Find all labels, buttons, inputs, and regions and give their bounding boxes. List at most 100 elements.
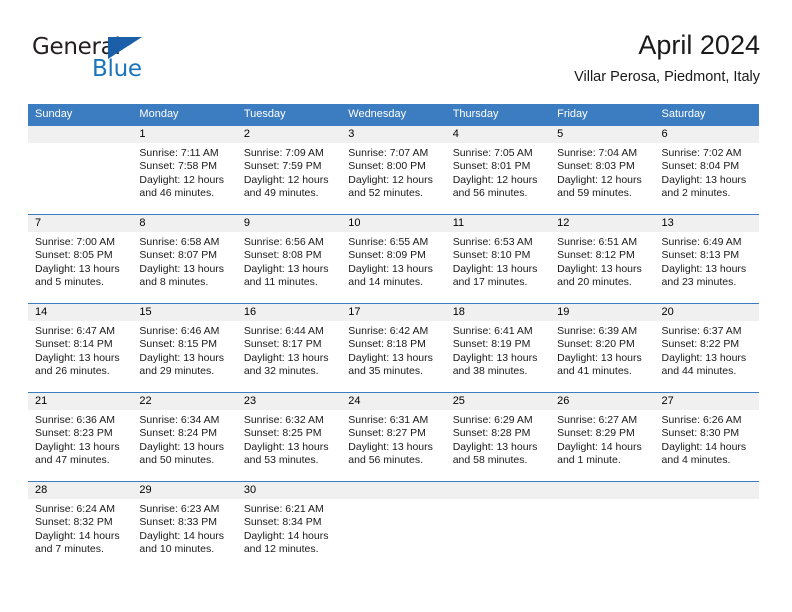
day-number [445, 482, 551, 499]
day-cell[interactable] [341, 482, 446, 568]
daylight-text-line1: Daylight: 13 hours [243, 262, 329, 275]
daylight-text-line2: and 8 minutes. [139, 276, 209, 289]
daylight-text-line2: and 59 minutes. [557, 187, 632, 200]
day-number: 5 [550, 126, 655, 143]
day-cell[interactable]: 22 Sunrise: 6:34 AM Sunset: 8:24 PM Dayl… [132, 393, 237, 481]
day-details: Sunrise: 7:05 AM Sunset: 8:01 PM Dayligh… [446, 143, 550, 201]
sunset-text: Sunset: 8:28 PM [452, 427, 531, 440]
sunset-text: Sunset: 8:33 PM [139, 516, 218, 529]
sunrise-text: Sunrise: 7:02 AM [661, 147, 742, 159]
sunset-text: Sunset: 8:29 PM [557, 427, 635, 440]
day-cell[interactable]: 8 Sunrise: 6:58 AM Sunset: 8:07 PM Dayli… [132, 215, 237, 303]
daylight-text-line2: and 52 minutes. [348, 187, 423, 200]
day-cell[interactable]: 11 Sunrise: 6:53 AM Sunset: 8:10 PM Dayl… [445, 215, 551, 303]
sunset-text: Sunset: 8:09 PM [348, 249, 426, 262]
day-number: 25 [445, 393, 551, 410]
day-cell[interactable]: 2 Sunrise: 7:09 AM Sunset: 7:59 PM Dayli… [236, 126, 342, 214]
day-details: Sunrise: 6:58 AM Sunset: 8:07 PM Dayligh… [132, 232, 236, 290]
day-cell[interactable]: 27 Sunrise: 6:26 AM Sunset: 8:30 PM Dayl… [654, 393, 759, 481]
day-cell[interactable]: 23 Sunrise: 6:32 AM Sunset: 8:25 PM Dayl… [236, 393, 342, 481]
sunset-text: Sunset: 8:10 PM [452, 249, 531, 262]
sunset-text: Sunset: 8:24 PM [139, 427, 218, 440]
day-cell[interactable]: 28 Sunrise: 6:24 AM Sunset: 8:32 PM Dayl… [28, 482, 133, 568]
day-cell[interactable]: 13 Sunrise: 6:49 AM Sunset: 8:13 PM Dayl… [654, 215, 759, 303]
daylight-text-line1: Daylight: 13 hours [661, 351, 747, 364]
week-row: 21 Sunrise: 6:36 AM Sunset: 8:23 PM Dayl… [28, 392, 759, 481]
sunset-text: Sunset: 7:58 PM [139, 160, 218, 173]
day-cell[interactable]: 15 Sunrise: 6:46 AM Sunset: 8:15 PM Dayl… [132, 304, 237, 392]
day-cell[interactable] [550, 482, 655, 568]
day-cell[interactable]: 17 Sunrise: 6:42 AM Sunset: 8:18 PM Dayl… [341, 304, 446, 392]
sunset-text: Sunset: 8:12 PM [557, 249, 635, 262]
day-cell[interactable]: 14 Sunrise: 6:47 AM Sunset: 8:14 PM Dayl… [28, 304, 133, 392]
day-number: 27 [654, 393, 759, 410]
daylight-text-line2: and 12 minutes. [243, 543, 319, 556]
day-cell[interactable]: 9 Sunrise: 6:56 AM Sunset: 8:08 PM Dayli… [236, 215, 342, 303]
day-details: Sunrise: 6:24 AM Sunset: 8:32 PM Dayligh… [28, 499, 132, 557]
sunrise-text: Sunrise: 7:09 AM [243, 147, 324, 159]
day-cell[interactable]: 12 Sunrise: 6:51 AM Sunset: 8:12 PM Dayl… [550, 215, 655, 303]
title-block: April 2024 Villar Perosa, Piedmont, Ital… [574, 28, 760, 88]
sunrise-text: Sunrise: 7:04 AM [557, 147, 638, 159]
sunrise-text: Sunrise: 6:26 AM [661, 414, 742, 426]
day-number: 17 [341, 304, 446, 321]
day-cell[interactable]: 25 Sunrise: 6:29 AM Sunset: 8:28 PM Dayl… [445, 393, 551, 481]
day-details [655, 499, 759, 503]
day-cell[interactable] [654, 482, 759, 568]
day-cell[interactable]: 18 Sunrise: 6:41 AM Sunset: 8:19 PM Dayl… [445, 304, 551, 392]
daylight-text-line2: and 49 minutes. [243, 187, 319, 200]
day-cell[interactable]: 3 Sunrise: 7:07 AM Sunset: 8:00 PM Dayli… [341, 126, 446, 214]
day-cell[interactable]: 19 Sunrise: 6:39 AM Sunset: 8:20 PM Dayl… [550, 304, 655, 392]
daylight-text-line1: Daylight: 13 hours [139, 262, 225, 275]
day-cell[interactable]: 29 Sunrise: 6:23 AM Sunset: 8:33 PM Dayl… [132, 482, 237, 568]
day-cell[interactable]: 30 Sunrise: 6:21 AM Sunset: 8:34 PM Dayl… [236, 482, 342, 568]
day-details: Sunrise: 6:44 AM Sunset: 8:17 PM Dayligh… [237, 321, 341, 379]
day-number: 10 [341, 215, 446, 232]
day-cell[interactable] [445, 482, 551, 568]
daylight-text-line2: and 56 minutes. [452, 187, 528, 200]
day-number: 19 [550, 304, 655, 321]
day-cell[interactable]: 6 Sunrise: 7:02 AM Sunset: 8:04 PM Dayli… [654, 126, 759, 214]
day-cell[interactable]: 21 Sunrise: 6:36 AM Sunset: 8:23 PM Dayl… [28, 393, 133, 481]
daylight-text-line2: and 7 minutes. [35, 543, 104, 556]
day-cell[interactable]: 10 Sunrise: 6:55 AM Sunset: 8:09 PM Dayl… [341, 215, 446, 303]
day-cell[interactable]: 16 Sunrise: 6:44 AM Sunset: 8:17 PM Dayl… [236, 304, 342, 392]
daylight-text-line2: and 58 minutes. [452, 454, 528, 467]
daylight-text-line2: and 20 minutes. [557, 276, 632, 289]
daylight-text-line1: Daylight: 13 hours [35, 351, 120, 364]
day-cell[interactable]: 5 Sunrise: 7:04 AM Sunset: 8:03 PM Dayli… [550, 126, 655, 214]
daylight-text-line2: and 47 minutes. [35, 454, 110, 467]
weekday-header-friday: Friday [557, 108, 588, 120]
calendar-page: General Blue April 2024 Villar Perosa, P… [0, 0, 792, 612]
daylight-text-line1: Daylight: 13 hours [348, 351, 433, 364]
day-number: 30 [236, 482, 342, 499]
daylight-text-line1: Daylight: 13 hours [661, 262, 747, 275]
daylight-text-line1: Daylight: 13 hours [35, 262, 120, 275]
daylight-text-line1: Daylight: 14 hours [661, 440, 747, 453]
weekday-header-wednesday: Wednesday [348, 108, 407, 120]
general-blue-logo[interactable]: General Blue [32, 34, 172, 90]
day-number: 14 [28, 304, 133, 321]
day-details: Sunrise: 6:27 AM Sunset: 8:29 PM Dayligh… [550, 410, 654, 468]
day-details: Sunrise: 7:02 AM Sunset: 8:04 PM Dayligh… [655, 143, 759, 201]
day-details: Sunrise: 6:36 AM Sunset: 8:23 PM Dayligh… [28, 410, 132, 468]
daylight-text-line2: and 14 minutes. [348, 276, 423, 289]
day-details: Sunrise: 6:31 AM Sunset: 8:27 PM Dayligh… [341, 410, 445, 468]
daylight-text-line1: Daylight: 14 hours [35, 529, 120, 542]
day-cell[interactable]: 7 Sunrise: 7:00 AM Sunset: 8:05 PM Dayli… [28, 215, 133, 303]
day-details: Sunrise: 7:11 AM Sunset: 7:58 PM Dayligh… [132, 143, 236, 201]
daylight-text-line1: Daylight: 13 hours [557, 262, 642, 275]
sunset-text: Sunset: 8:25 PM [243, 427, 322, 440]
day-cell[interactable]: 24 Sunrise: 6:31 AM Sunset: 8:27 PM Dayl… [341, 393, 446, 481]
day-cell[interactable]: 20 Sunrise: 6:37 AM Sunset: 8:22 PM Dayl… [654, 304, 759, 392]
day-cell[interactable]: 26 Sunrise: 6:27 AM Sunset: 8:29 PM Dayl… [550, 393, 655, 481]
day-cell[interactable]: 4 Sunrise: 7:05 AM Sunset: 8:01 PM Dayli… [445, 126, 551, 214]
daylight-text-line2: and 4 minutes. [661, 454, 731, 467]
weekday-header-saturday: Saturday [661, 108, 706, 120]
sunset-text: Sunset: 8:03 PM [557, 160, 635, 173]
day-cell[interactable]: 1 Sunrise: 7:11 AM Sunset: 7:58 PM Dayli… [132, 126, 237, 214]
week-row: 1 Sunrise: 7:11 AM Sunset: 7:58 PM Dayli… [28, 125, 759, 214]
daylight-text-line1: Daylight: 13 hours [452, 440, 538, 453]
day-cell[interactable] [28, 126, 133, 214]
daylight-text-line1: Daylight: 13 hours [243, 440, 329, 453]
